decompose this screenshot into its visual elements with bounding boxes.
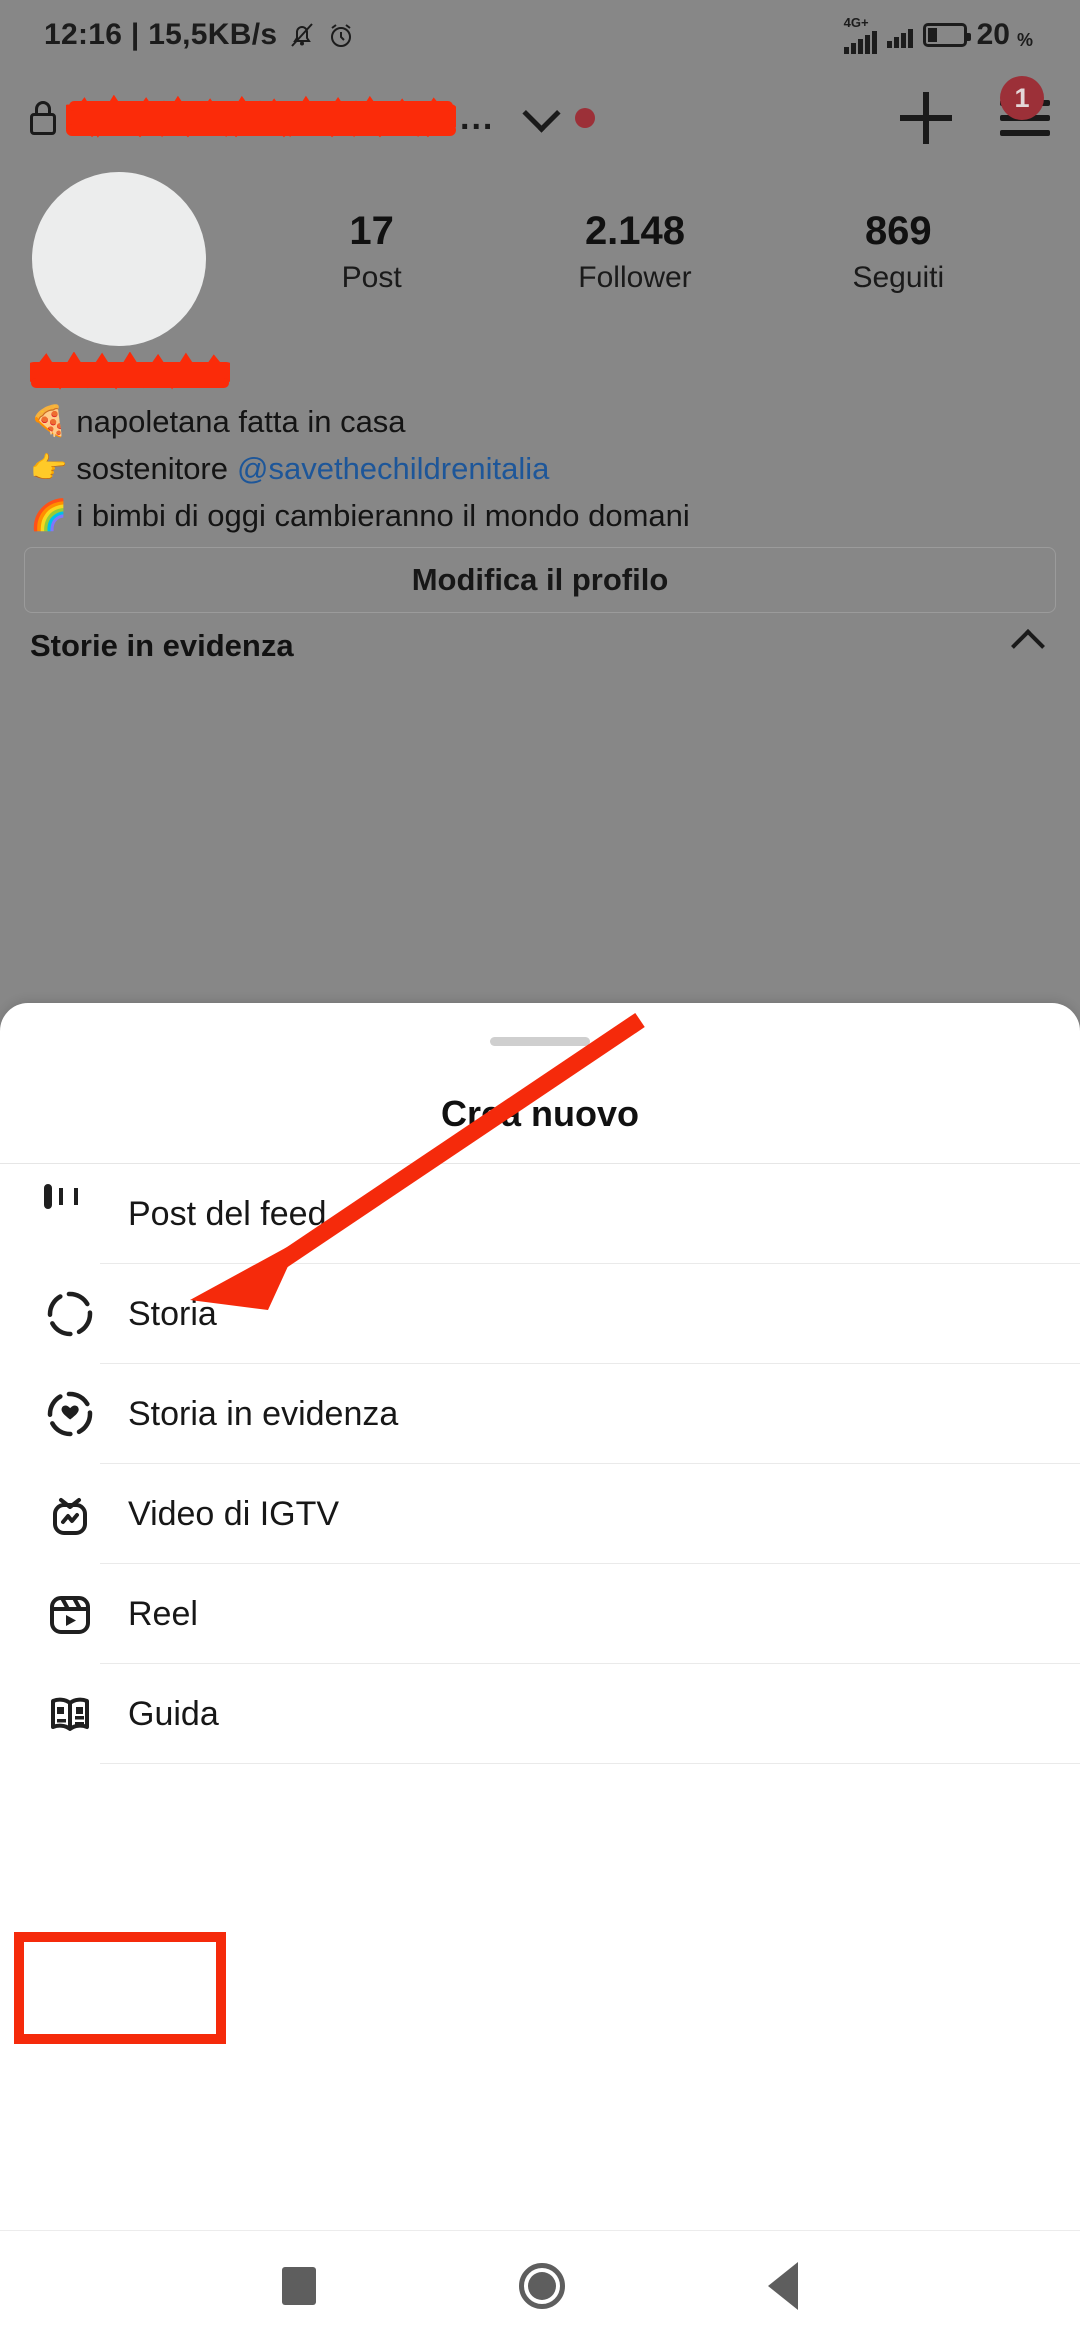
battery-icon: [922, 23, 971, 47]
stat-posts-value: 17: [349, 209, 394, 253]
bell-mute-icon: [289, 21, 315, 49]
battery-level: 20: [976, 18, 1010, 51]
menu-item-storia-in-evidenza-label: Storia in evidenza: [128, 1394, 399, 1433]
stat-following[interactable]: 869 Seguiti: [767, 205, 1030, 299]
chevron-down-icon[interactable]: [522, 93, 561, 133]
guide-book-icon: [44, 1688, 96, 1740]
edit-profile-label: Modifica il profilo: [411, 562, 669, 597]
bio-line-1-text: napoletana fatta in casa: [76, 404, 406, 439]
menu-item-post-del-feed[interactable]: Post del feed: [0, 1164, 1080, 1264]
pointing-finger-icon: 👉: [30, 452, 68, 485]
edit-profile-button[interactable]: Modifica il profilo: [24, 547, 1056, 613]
drag-handle[interactable]: [490, 1037, 590, 1046]
network-label: 4G+: [843, 14, 869, 30]
alarm-clock-icon: [327, 21, 355, 49]
bio-line-2-text: sostenitore: [76, 451, 228, 486]
bio-mention-link[interactable]: @savethechildrenitalia: [237, 445, 549, 492]
menu-item-storia-label: Storia: [128, 1294, 217, 1333]
menu-item-storia-in-evidenza[interactable]: Storia in evidenza: [0, 1364, 1080, 1464]
square-recents-icon[interactable]: [281, 2266, 316, 2305]
profile-stats: 17 Post 2.148 Follower 869 Seguiti: [240, 205, 1030, 299]
signal-bars-icon-1: [843, 28, 877, 54]
bio-line-2: 👉 sostenitore @savethechildrenitalia: [30, 445, 1050, 492]
igtv-icon: [44, 1488, 96, 1540]
network-indicator: 4G+: [843, 14, 877, 54]
status-bar: 12:16 | 15,5KB/s 4G+ 20 %: [0, 0, 1080, 70]
stat-posts-label: Post: [341, 261, 402, 294]
create-new-bottom-sheet: Crea nuovo Post del feed Storia Storia i…: [0, 1003, 1080, 2230]
stat-posts[interactable]: 17 Post: [240, 205, 503, 299]
stat-following-value: 869: [864, 209, 932, 253]
menu-item-video-di-igtv[interactable]: Video di IGTV: [0, 1464, 1080, 1564]
red-dot: [575, 108, 596, 128]
sheet-title: Crea nuovo: [440, 1093, 640, 1134]
menu-item-reel[interactable]: Reel: [0, 1564, 1080, 1664]
annotation-highlight-box: [14, 1932, 226, 2044]
status-clock: 12:16 | 15,5KB/s: [44, 18, 278, 51]
menu-item-reel-label: Reel: [128, 1594, 198, 1633]
hamburger-menu-icon[interactable]: 1: [1000, 76, 1050, 138]
triangle-back-icon[interactable]: [768, 2261, 799, 2310]
row-divider: [100, 1763, 1080, 1764]
stat-followers[interactable]: 2.148 Follower: [503, 205, 766, 299]
stat-followers-value: 2.148: [584, 209, 686, 253]
lock-icon: [30, 101, 56, 135]
grid-icon: [44, 1184, 96, 1240]
screen-root: 12:16 | 15,5KB/s 4G+ 20 % ... 1 17 Post …: [0, 0, 1080, 2340]
menu-item-guida-label: Guida: [128, 1694, 219, 1733]
username-more-dots[interactable]: ...: [460, 101, 494, 135]
create-options-list: Post del feed Storia Storia in evidenza …: [0, 1164, 1080, 1764]
story-circle-icon: [44, 1288, 96, 1340]
story-highlights-title: Storie in evidenza: [30, 628, 294, 663]
menu-item-guida[interactable]: Guida: [0, 1664, 1080, 1764]
username-redacted[interactable]: [66, 95, 456, 141]
android-navigation-bar: [0, 2230, 1080, 2340]
menu-item-post-del-feed-label: Post del feed: [128, 1194, 327, 1233]
bio-line-3: 🌈 i bimbi di oggi cambieranno il mondo d…: [30, 492, 1050, 539]
pizza-icon: 🍕: [30, 405, 68, 438]
menu-item-storia[interactable]: Storia: [0, 1264, 1080, 1364]
menu-item-video-di-igtv-label: Video di IGTV: [128, 1494, 340, 1533]
story-highlights-header[interactable]: Storie in evidenza: [30, 628, 1050, 664]
signal-bars-icon-2: [886, 22, 913, 48]
display-name-redacted: [30, 352, 230, 392]
stat-followers-label: Follower: [578, 261, 692, 294]
rainbow-icon: 🌈: [30, 499, 68, 532]
profile-bio: 🍕 napoletana fatta in casa 👉 sostenitore…: [30, 352, 1050, 539]
bio-line-3-text: i bimbi di oggi cambieranno il mondo dom…: [76, 498, 690, 533]
profile-header: ... 1: [0, 70, 1080, 166]
stat-following-label: Seguiti: [852, 261, 945, 294]
status-bar-left: 12:16 | 15,5KB/s: [44, 18, 355, 52]
status-bar-right: 4G+ 20 %: [843, 14, 1036, 54]
menu-badge: 1: [1000, 76, 1044, 120]
plus-icon[interactable]: [900, 92, 952, 144]
bio-line-1: 🍕 napoletana fatta in casa: [30, 398, 1050, 445]
circle-home-icon[interactable]: [518, 2262, 565, 2309]
battery-percent-symbol: %: [1016, 29, 1033, 50]
chevron-up-icon[interactable]: [1011, 629, 1045, 663]
reel-clapperboard-icon: [44, 1588, 96, 1640]
avatar[interactable]: [32, 172, 206, 346]
story-highlight-heart-icon: [44, 1388, 96, 1440]
